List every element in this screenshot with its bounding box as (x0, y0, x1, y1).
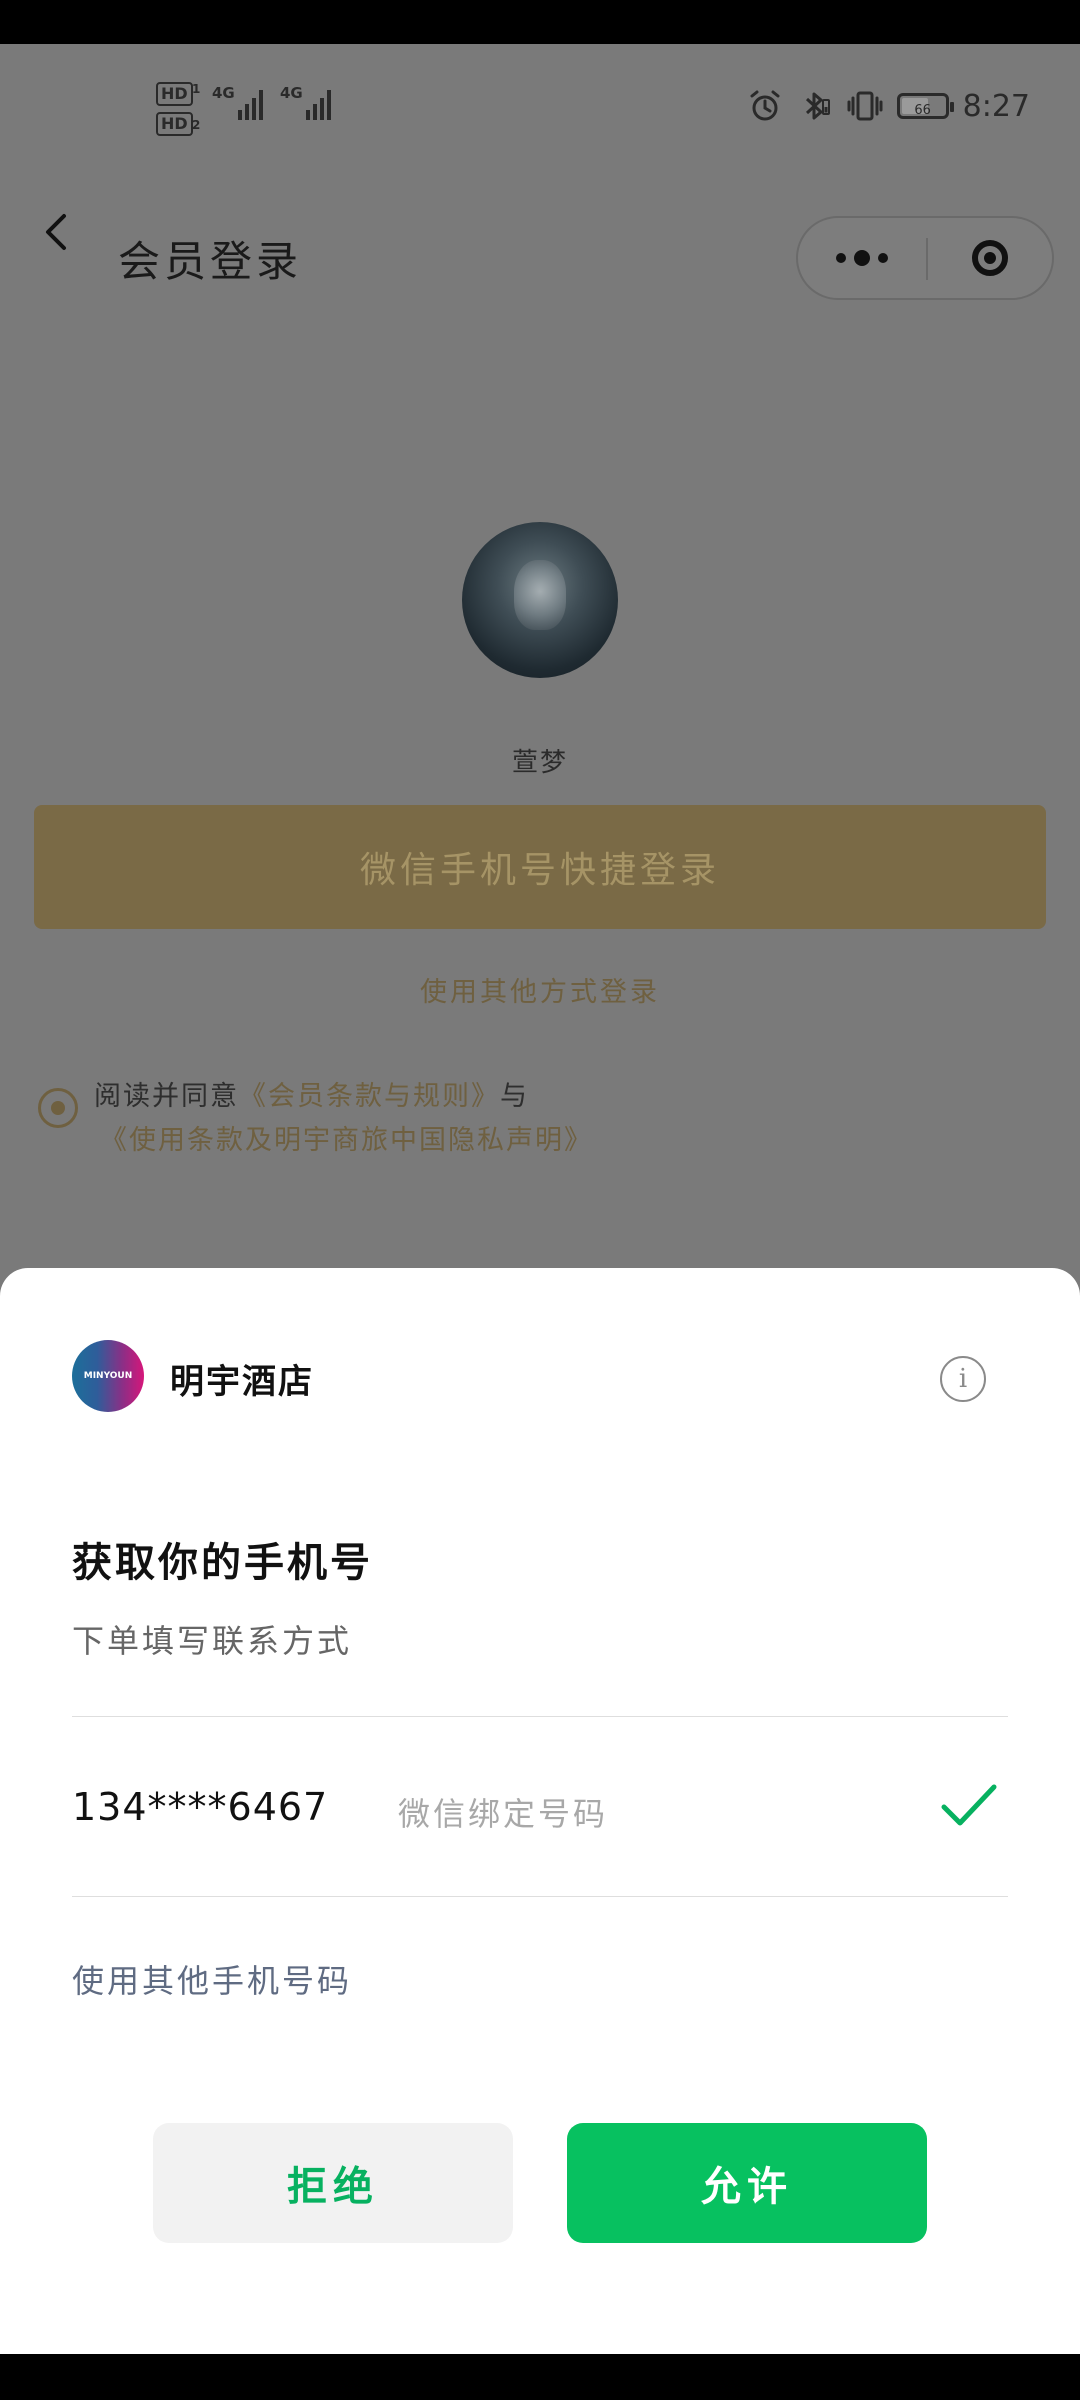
status-time: 8:27 (962, 88, 1030, 124)
network-label-2: 4G (280, 84, 303, 102)
phone-option-row[interactable]: 134****6467 微信绑定号码 (0, 1717, 1080, 1895)
check-icon (941, 1784, 997, 1826)
wechat-phone-login-button[interactable]: 微信手机号快捷登录 (34, 805, 1046, 929)
member-terms-link[interactable]: 《会员条款与规则》 (239, 1081, 500, 1112)
info-icon[interactable]: i (940, 1356, 986, 1402)
phone-tag: 微信绑定号码 (398, 1795, 609, 1833)
back-button[interactable] (34, 208, 82, 256)
close-miniprogram-button[interactable] (928, 218, 1052, 298)
status-bar: HD 1 HD 2 4G 4G 66 8:27 (0, 44, 1080, 164)
bottom-black-bar (0, 2354, 1080, 2400)
status-right: 66 8:27 (747, 86, 1030, 126)
bluetooth-icon (805, 92, 830, 120)
alarm-icon (750, 90, 780, 121)
user-avatar (462, 522, 618, 678)
app-name: 明宇酒店 (170, 1362, 314, 1402)
hd-badge-1: HD (156, 82, 193, 106)
signal-icon-1 (238, 86, 263, 120)
other-login-link[interactable]: 使用其他方式登录 (0, 970, 1080, 1009)
app-logo: MINYOUN (72, 1340, 144, 1412)
divider (72, 1896, 1008, 1897)
hd-badge-2: HD (156, 112, 193, 136)
sim-signals: HD 1 HD 2 4G 4G (156, 74, 346, 154)
sim-index-1: 1 (192, 82, 201, 96)
avatar-face (514, 560, 566, 630)
sim-index-2: 2 (192, 118, 201, 132)
app-logo-text: MINYOUN (83, 1371, 133, 1381)
top-black-bar (0, 0, 1080, 44)
deny-button[interactable]: 拒绝 (153, 2123, 513, 2243)
agreement-prefix: 阅读并同意 (94, 1081, 239, 1112)
target-close-icon (972, 240, 1008, 276)
sheet-title: 获取你的手机号 (72, 1540, 373, 1586)
sheet-subtitle: 下单填写联系方式 (72, 1622, 353, 1660)
privacy-terms-link[interactable]: 《使用条款及明宇商旅中国隐私声明》 (100, 1125, 593, 1156)
miniprogram-capsule (796, 216, 1054, 300)
allow-button[interactable]: 允许 (567, 2123, 927, 2243)
battery-icon: 66 (896, 93, 954, 119)
signal-icon-2 (306, 86, 331, 120)
battery-level: 66 (914, 103, 931, 118)
nav-bar: 会员登录 (0, 164, 1080, 300)
network-label-1: 4G (212, 84, 235, 102)
other-phone-link[interactable]: 使用其他手机号码 (72, 1956, 352, 2002)
more-dots-icon (836, 253, 846, 263)
vibrate-icon (847, 91, 883, 121)
agreement-joiner: 与 (500, 1081, 529, 1112)
agreement-line-1: 阅读并同意《会员条款与规则》与 (94, 1074, 529, 1113)
user-name: 萱梦 (511, 748, 568, 778)
agreement-line-2: 《使用条款及明宇商旅中国隐私声明》 (100, 1118, 593, 1157)
more-button[interactable] (798, 218, 926, 298)
app-screen: HD 1 HD 2 4G 4G 66 8:27 会员登录 萱梦 微信手机号快捷登… (0, 44, 1080, 2354)
phone-number: 134****6467 (72, 1785, 329, 1829)
agreement-radio[interactable] (38, 1088, 78, 1128)
phone-authorization-sheet: MINYOUN 明宇酒店 i 获取你的手机号 下单填写联系方式 134****6… (0, 1268, 1080, 2354)
page-title: 会员登录 (118, 237, 303, 286)
